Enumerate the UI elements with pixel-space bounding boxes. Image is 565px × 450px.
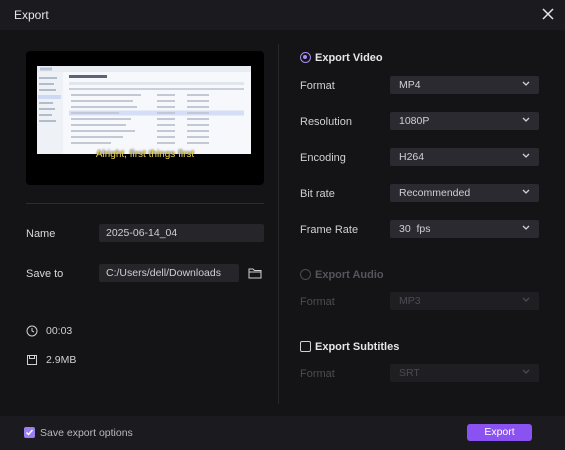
preview-frame-image <box>37 66 251 154</box>
save-export-options-checkbox[interactable] <box>24 427 35 438</box>
format-select[interactable]: MP4 <box>390 76 539 94</box>
file-size-row: 2.9MB <box>26 354 76 366</box>
window-title: Export <box>14 8 49 22</box>
frame-rate-select[interactable]: 30 fps <box>390 220 539 238</box>
export-audio-label: Export Audio <box>315 269 384 281</box>
subtitle-format-value: SRT <box>399 367 420 379</box>
file-size-value: 2.9MB <box>46 354 77 366</box>
file-size-icon <box>27 355 37 365</box>
encoding-label: Encoding <box>300 152 346 164</box>
resolution-value: 1080P <box>399 115 430 127</box>
export-video-label: Export Video <box>315 52 383 64</box>
frame-rate-label: Frame Rate <box>300 224 359 236</box>
chevron-down-icon <box>522 153 530 158</box>
name-input[interactable]: 2025-06-14_04 <box>99 224 264 242</box>
format-label: Format <box>300 80 335 92</box>
audio-format-select[interactable]: MP3 <box>390 292 539 310</box>
audio-format-label: Format <box>300 296 335 308</box>
export-audio-radio[interactable] <box>300 269 311 280</box>
checkmark-icon <box>26 429 34 436</box>
chevron-down-icon <box>522 369 530 374</box>
export-video-radio[interactable] <box>300 52 311 63</box>
subtitle-format-label: Format <box>300 368 335 380</box>
resolution-select[interactable]: 1080P <box>390 112 539 130</box>
resolution-label: Resolution <box>300 116 352 128</box>
folder-icon[interactable] <box>248 267 262 279</box>
preview-subtitle: Alright, first things first <box>95 149 195 160</box>
save-to-path-input[interactable]: C:/Users/dell/Downloads <box>99 264 239 282</box>
subtitle-format-select[interactable]: SRT <box>390 364 539 382</box>
export-button[interactable]: Export <box>467 424 532 441</box>
save-export-options-label: Save export options <box>40 427 133 439</box>
title-bar: Export <box>0 0 565 30</box>
duration-value: 00:03 <box>46 325 73 337</box>
chevron-down-icon <box>522 81 530 86</box>
chevron-down-icon <box>522 189 530 194</box>
video-preview: Alright, first things first <box>26 51 264 185</box>
bit-rate-label: Bit rate <box>300 188 335 200</box>
frame-rate-value: 30 fps <box>399 223 431 235</box>
encoding-select[interactable]: H264 <box>390 148 539 166</box>
left-separator <box>26 203 264 204</box>
save-to-label: Save to <box>26 268 64 280</box>
column-divider <box>278 44 279 404</box>
chevron-down-icon <box>522 225 530 230</box>
bit-rate-value: Recommended <box>399 187 471 199</box>
duration-row: 00:03 <box>26 325 72 337</box>
clock-icon <box>26 325 38 337</box>
chevron-down-icon <box>522 117 530 122</box>
name-label: Name <box>26 228 56 240</box>
chevron-down-icon <box>522 297 530 302</box>
bit-rate-select[interactable]: Recommended <box>390 184 539 202</box>
export-subtitles-checkbox[interactable] <box>300 341 311 352</box>
format-value: MP4 <box>399 79 421 91</box>
encoding-value: H264 <box>399 151 425 163</box>
close-icon[interactable] <box>540 6 556 22</box>
audio-format-value: MP3 <box>399 295 421 307</box>
export-subtitles-label: Export Subtitles <box>315 341 400 353</box>
